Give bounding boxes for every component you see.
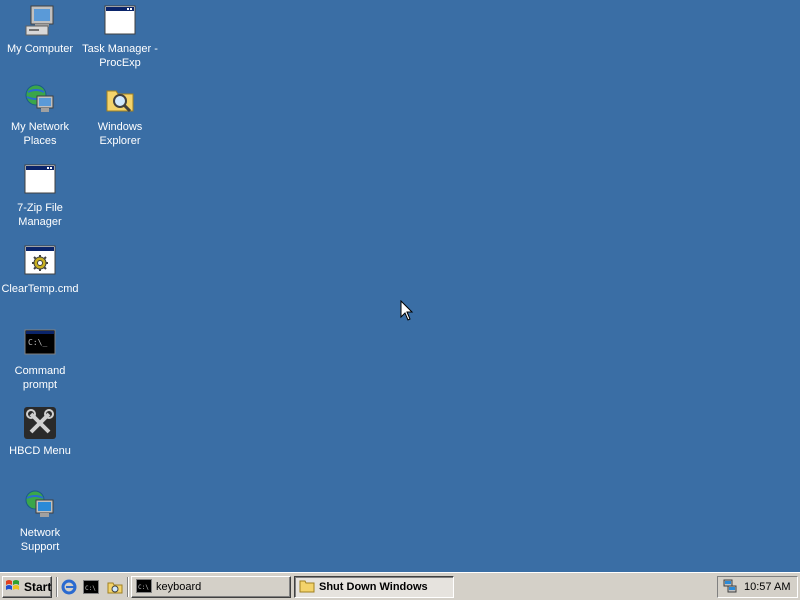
tools-icon [23,406,57,440]
taskbar: Start C:\ C:\ keyboard Shut Down Windows… [0,572,800,600]
quick-launch-separator [127,577,129,597]
taskbar-button-keyboard[interactable]: C:\ keyboard [131,576,291,598]
clock[interactable]: 10:57 AM [744,581,790,593]
desktop-icon-my-network-places[interactable]: My Network Places [0,82,80,148]
desktop-icon-7zip[interactable]: 7-Zip File Manager [0,163,80,229]
desktop-icon-network-support[interactable]: Network Support [0,488,80,554]
icon-label: My Network Places [10,121,70,147]
internet-explorer-icon[interactable] [60,579,78,595]
network-support-icon [23,488,57,522]
system-tray: 10:57 AM [717,576,798,598]
desktop-icon-task-manager[interactable]: Task Manager - ProcExp [80,4,160,70]
start-label: Start [24,580,52,594]
svg-text:C:\: C:\ [138,584,149,591]
windows-logo-icon [5,579,21,596]
mouse-cursor-icon [400,299,414,327]
icon-label: Network Support [19,527,61,553]
computer-icon [23,4,57,38]
command-prompt-icon[interactable]: C:\ [82,579,100,595]
window-icon [23,163,57,197]
quick-launch-separator [56,577,58,597]
taskbar-button-label: keyboard [156,581,202,593]
icon-label: My Computer [6,43,74,55]
desktop-icon-windows-explorer[interactable]: Windows Explorer [80,82,160,148]
desktop-icon-hbcd-menu[interactable]: HBCD Menu [0,406,80,458]
command-prompt-icon: C:\ [136,578,152,596]
desktop-icon-command-prompt[interactable]: C:\_ Command prompt [0,326,80,392]
command-prompt-icon: C:\_ [23,326,57,360]
svg-text:C:\_: C:\_ [28,338,47,347]
folder-icon [299,579,315,596]
explorer-icon [103,82,137,116]
desktop[interactable]: My Computer Task Manager - ProcExp My Ne… [0,0,800,572]
svg-text:C:\: C:\ [85,585,96,592]
icon-label: Command prompt [14,365,66,391]
network-tray-icon[interactable] [722,578,738,597]
batch-file-icon [23,244,57,278]
taskbar-button-label: Shut Down Windows [319,581,428,593]
desktop-icon-my-computer[interactable]: My Computer [0,4,80,56]
icon-label: ClearTemp.cmd [1,283,79,295]
icon-label: 7-Zip File Manager [17,202,63,228]
icon-label: HBCD Menu [9,445,71,457]
start-button[interactable]: Start [2,576,52,598]
icon-label: Task Manager - ProcExp [82,43,158,69]
icon-label: Windows Explorer [97,121,143,147]
taskbar-button-shut-down-windows[interactable]: Shut Down Windows [294,576,454,598]
desktop-icon-cleartemp[interactable]: ClearTemp.cmd [0,244,80,296]
window-icon [103,4,137,38]
network-places-icon [23,82,57,116]
explorer-icon[interactable] [106,579,124,595]
